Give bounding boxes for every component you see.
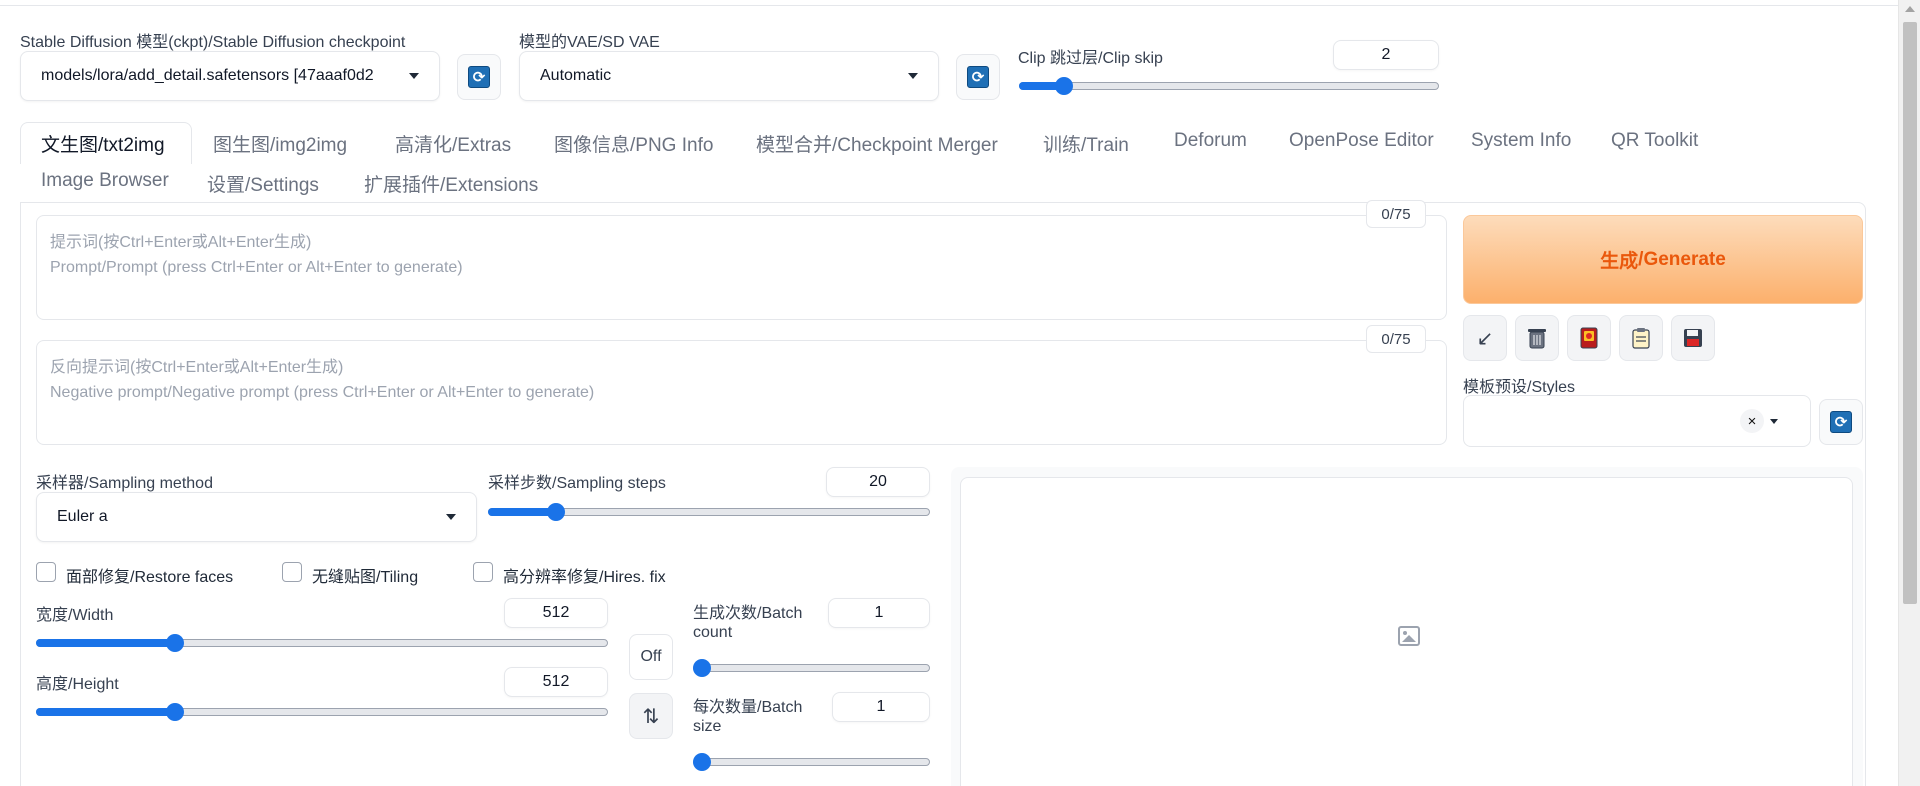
chevron-down-icon: [446, 514, 456, 520]
scrollbar-thumb[interactable]: [1903, 22, 1917, 604]
tab-png-info[interactable]: 图像信息/PNG Info: [554, 130, 713, 157]
sampling-steps-label: 采样步数/Sampling steps: [488, 475, 666, 492]
tab-txt2img[interactable]: 文生图/txt2img: [41, 130, 165, 157]
slider-thumb[interactable]: [693, 753, 711, 771]
tab-extensions[interactable]: 扩展插件/Extensions: [364, 170, 538, 197]
batch-count-slider[interactable]: [693, 659, 930, 677]
save-icon: [1684, 329, 1702, 347]
sampling-method-dropdown[interactable]: Euler a: [36, 492, 477, 542]
styles-label: 模板预设/Styles: [1463, 379, 1576, 396]
prompt-placeholder-en: Prompt/Prompt (press Ctrl+Enter or Alt+E…: [50, 259, 463, 276]
card-icon: [1580, 327, 1598, 349]
batch-count-label-line2: count: [693, 624, 733, 641]
sampling-steps-slider[interactable]: [488, 503, 930, 521]
checkpoint-value: models/lora/add_detail.safetensors [47aa…: [41, 67, 374, 84]
tab-image-browser[interactable]: Image Browser: [41, 170, 169, 192]
tab-qr-toolkit[interactable]: QR Toolkit: [1611, 130, 1698, 152]
batch-count-label-line1: 生成次数/Batch: [693, 605, 803, 622]
extra-networks-button[interactable]: [1567, 315, 1611, 361]
read-params-button[interactable]: ↙: [1463, 315, 1507, 361]
swap-icon: ⇅: [642, 705, 660, 728]
checkpoint-refresh-button[interactable]: ⟳: [457, 54, 501, 100]
batch-count-input[interactable]: 1: [828, 598, 930, 628]
vae-value: Automatic: [540, 67, 612, 84]
clear-prompt-button[interactable]: [1515, 315, 1559, 361]
generate-label-cn: 生成: [1600, 251, 1639, 272]
save-style-button[interactable]: [1671, 315, 1715, 361]
negative-token-counter: 0/75: [1366, 325, 1426, 353]
apply-style-button[interactable]: [1619, 315, 1663, 361]
tab-system-info[interactable]: System Info: [1471, 130, 1571, 152]
tab-extras[interactable]: 高清化/Extras: [395, 130, 511, 157]
image-icon: [1398, 626, 1420, 646]
clipboard-icon: [1632, 328, 1650, 349]
tiling-checkbox[interactable]: [282, 562, 302, 582]
tab-checkpoint-merger[interactable]: 模型合并/Checkpoint Merger: [756, 130, 998, 157]
generate-button[interactable]: 生成/Generate: [1463, 215, 1863, 304]
negative-placeholder-en: Negative prompt/Negative prompt (press C…: [50, 384, 595, 401]
tab-openpose-editor[interactable]: OpenPose Editor: [1289, 130, 1434, 152]
trash-icon: [1528, 329, 1546, 349]
refresh-icon: ⟳: [1830, 411, 1852, 433]
tab-train[interactable]: 训练/Train: [1043, 130, 1129, 157]
clip-skip-input[interactable]: 2: [1333, 40, 1439, 70]
negative-prompt-textarea[interactable]: 反向提示词(按Ctrl+Enter或Alt+Enter生成) Negative …: [36, 340, 1447, 445]
vae-refresh-button[interactable]: ⟳: [956, 54, 1000, 100]
sampling-method-value: Euler a: [57, 508, 108, 525]
tab-settings[interactable]: 设置/Settings: [207, 170, 319, 197]
prompt-textarea[interactable]: 提示词(按Ctrl+Enter或Alt+Enter生成) Prompt/Prom…: [36, 215, 1447, 320]
height-input[interactable]: 512: [504, 667, 608, 697]
height-slider[interactable]: [36, 703, 608, 721]
arrow-icon: ↙: [1476, 327, 1494, 350]
hires-fix-checkbox[interactable]: [473, 562, 493, 582]
refresh-icon: ⟳: [468, 66, 490, 88]
hires-fix-label: 高分辨率修复/Hires. fix: [503, 569, 666, 586]
sampling-method-label: 采样器/Sampling method: [36, 475, 213, 492]
prompt-placeholder-cn: 提示词(按Ctrl+Enter或Alt+Enter生成): [50, 234, 312, 251]
webui-page: Stable Diffusion 模型(ckpt)/Stable Diffusi…: [0, 0, 1920, 786]
vae-label: 模型的VAE/SD VAE: [519, 34, 660, 51]
styles-dropdown[interactable]: ×: [1463, 395, 1811, 447]
width-slider[interactable]: [36, 634, 608, 652]
height-label: 高度/Height: [36, 676, 119, 693]
clip-skip-label: Clip 跳过层/Clip skip: [1018, 50, 1163, 67]
swap-dimensions-button[interactable]: ⇅: [629, 693, 673, 739]
page-scrollbar[interactable]: [1898, 0, 1920, 786]
styles-refresh-button[interactable]: ⟳: [1819, 399, 1863, 445]
batch-size-slider[interactable]: [693, 753, 930, 771]
tab-deforum[interactable]: Deforum: [1174, 130, 1247, 152]
scroll-up-arrow-icon[interactable]: [1905, 6, 1915, 12]
negative-placeholder-cn: 反向提示词(按Ctrl+Enter或Alt+Enter生成): [50, 359, 344, 376]
chevron-down-icon: [1770, 419, 1778, 424]
checkpoint-dropdown[interactable]: models/lora/add_detail.safetensors [47aa…: [20, 51, 440, 101]
chevron-down-icon: [908, 73, 918, 79]
restore-faces-checkbox[interactable]: [36, 562, 56, 582]
close-icon[interactable]: ×: [1740, 409, 1764, 433]
width-label: 宽度/Width: [36, 607, 114, 624]
refresh-icon: ⟳: [967, 66, 989, 88]
batch-size-label-line2: size: [693, 718, 722, 735]
top-divider: [0, 0, 1898, 6]
chevron-down-icon: [409, 73, 419, 79]
sampling-steps-input[interactable]: 20: [826, 467, 930, 497]
tab-img2img[interactable]: 图生图/img2img: [213, 130, 347, 157]
batch-size-input[interactable]: 1: [832, 692, 930, 722]
generate-label-en: /Generate: [1638, 248, 1726, 270]
clip-skip-slider[interactable]: [1019, 77, 1439, 95]
slider-thumb[interactable]: [693, 659, 711, 677]
restore-faces-label: 面部修复/Restore faces: [66, 569, 234, 586]
vae-dropdown[interactable]: Automatic: [519, 51, 939, 101]
width-input[interactable]: 512: [504, 598, 608, 628]
off-toggle-button[interactable]: Off: [629, 634, 673, 680]
output-gallery: [960, 477, 1853, 786]
batch-size-label-line1: 每次数量/Batch: [693, 699, 803, 716]
prompt-token-counter: 0/75: [1366, 200, 1426, 228]
tiling-label: 无缝贴图/Tiling: [312, 569, 419, 586]
slider-thumb[interactable]: [1055, 77, 1074, 95]
checkpoint-label: Stable Diffusion 模型(ckpt)/Stable Diffusi…: [20, 34, 406, 51]
